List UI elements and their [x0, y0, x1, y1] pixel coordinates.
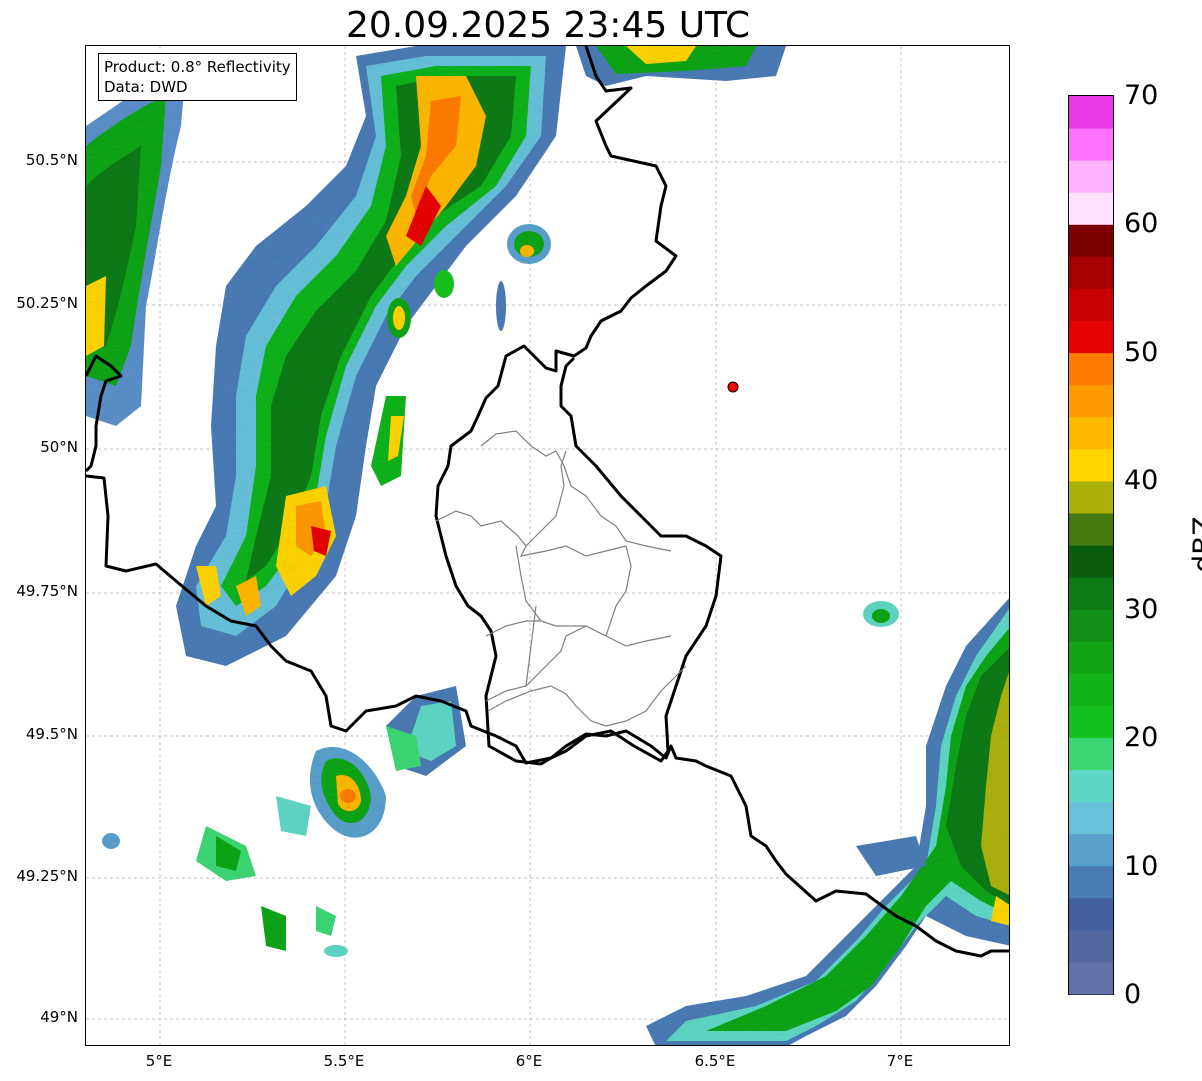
colorbar-segment	[1069, 448, 1113, 482]
colorbar-segment	[1069, 769, 1113, 803]
colorbar-segment	[1069, 160, 1113, 193]
colorbar	[1068, 95, 1114, 995]
echo-cell-southeast	[646, 598, 1009, 1045]
x-tick-label: 6°E	[515, 1052, 543, 1070]
colorbar-segment	[1069, 288, 1113, 321]
colorbar-tick: 20	[1124, 722, 1159, 753]
colorbar-segment	[1069, 480, 1113, 514]
product-label: Product: 0.8° Reflectivity	[104, 58, 291, 76]
y-tick-label: 49.5°N	[25, 725, 78, 743]
precipitation-echoes	[86, 46, 1009, 1045]
y-tick-label: 50°N	[40, 438, 78, 456]
echo-cell-north-edge	[576, 46, 786, 86]
colorbar-tick: 10	[1124, 851, 1159, 882]
colorbar-tick: 60	[1124, 208, 1159, 239]
colorbar-tick: 30	[1124, 594, 1159, 625]
colorbar-segment	[1069, 897, 1113, 931]
x-tick-label: 6.5°E	[694, 1052, 736, 1070]
echo-cell-northwest	[86, 66, 186, 426]
colorbar-segment	[1069, 96, 1113, 129]
colorbar-segment	[1069, 384, 1113, 418]
colorbar-segment	[1069, 545, 1113, 578]
y-tick-label: 50.5°N	[25, 151, 78, 169]
y-tick-label: 49.75°N	[16, 582, 78, 600]
y-tick-label: 49.25°N	[16, 867, 78, 885]
colorbar-segment	[1069, 352, 1113, 386]
x-tick-label: 7°E	[886, 1052, 914, 1070]
colorbar-scale	[1069, 96, 1113, 995]
colorbar-segment	[1069, 833, 1113, 867]
product-info-box: Product: 0.8° Reflectivity Data: DWD	[98, 53, 297, 101]
echo-cell-southwest	[102, 686, 466, 957]
colorbar-segment	[1069, 192, 1113, 225]
map-title: 20.09.2025 23:45 UTC	[345, 5, 751, 46]
y-tick-label: 50.25°N	[16, 294, 78, 312]
colorbar-segment	[1069, 865, 1113, 899]
colorbar-segment	[1069, 673, 1113, 706]
colorbar-segment	[1069, 641, 1113, 674]
colorbar-tick: 70	[1124, 80, 1159, 111]
colorbar-segment	[1069, 256, 1113, 289]
x-tick-label: 5°E	[145, 1052, 173, 1070]
colorbar-segment	[1069, 577, 1113, 610]
data-source-label: Data: DWD	[104, 78, 188, 96]
colorbar-tick: 40	[1124, 465, 1159, 496]
colorbar-segment	[1069, 961, 1113, 995]
colorbar-segment	[1069, 801, 1113, 835]
location-marker	[727, 381, 739, 393]
colorbar-segment	[1069, 705, 1113, 738]
x-tick-label: 5.5°E	[323, 1052, 365, 1070]
radar-map	[85, 45, 1010, 1046]
y-tick-label: 49°N	[40, 1008, 78, 1026]
colorbar-segment	[1069, 929, 1113, 963]
colorbar-segment	[1069, 224, 1113, 257]
colorbar-segment	[1069, 737, 1113, 770]
colorbar-segment	[1069, 609, 1113, 642]
colorbar-tick: 50	[1124, 337, 1159, 368]
colorbar-tick: 0	[1124, 979, 1142, 1010]
colorbar-label: dBZ	[1186, 516, 1202, 573]
colorbar-segment	[1069, 320, 1113, 354]
colorbar-segment	[1069, 128, 1113, 161]
radar-map-canvas	[86, 46, 1009, 1045]
colorbar-segment	[1069, 416, 1113, 450]
province-borders	[435, 430, 687, 727]
colorbar-segment	[1069, 512, 1113, 546]
